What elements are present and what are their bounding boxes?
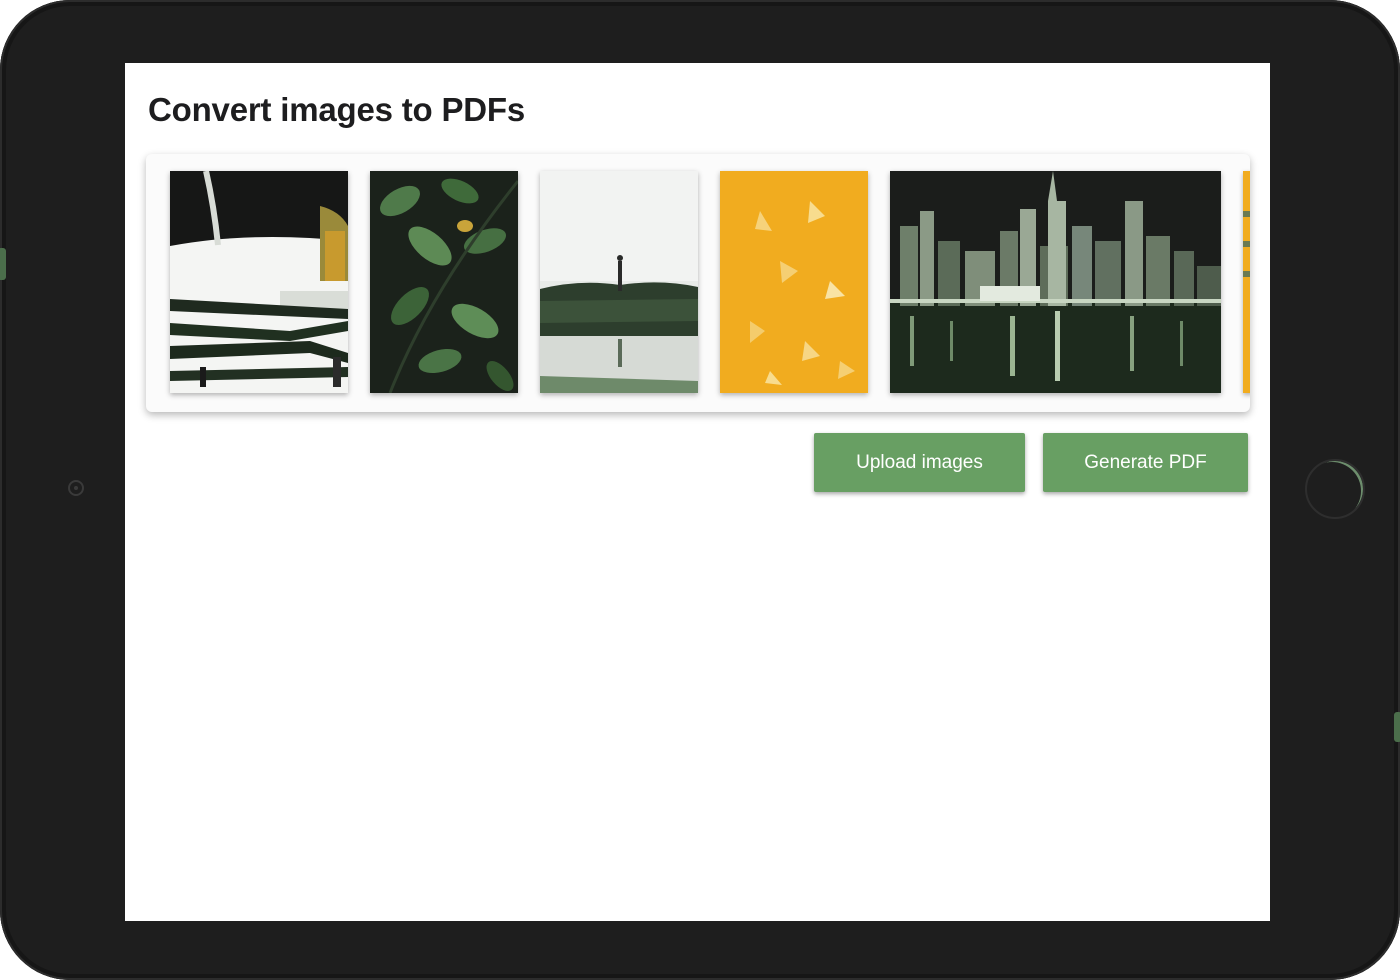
image-gallery[interactable]: [146, 154, 1250, 412]
image-thumbnail[interactable]: [890, 171, 1221, 393]
city-skyline-image: [890, 171, 1221, 393]
yellow-leaves-image: [720, 171, 868, 393]
power-button: [1394, 712, 1400, 742]
home-button[interactable]: [1305, 459, 1365, 519]
partial-image: [1243, 171, 1250, 393]
image-thumbnail[interactable]: [370, 171, 518, 393]
volume-button: [0, 248, 6, 280]
app-screen: Convert images to PDFs Upload images Gen…: [125, 63, 1270, 921]
architecture-image: [170, 171, 348, 393]
image-thumbnail[interactable]: [1243, 171, 1250, 393]
image-thumbnail[interactable]: [540, 171, 698, 393]
tablet-frame: Convert images to PDFs Upload images Gen…: [0, 0, 1400, 980]
camera-icon: [68, 480, 84, 496]
generate-pdf-button[interactable]: Generate PDF: [1043, 433, 1248, 492]
image-thumbnail[interactable]: [170, 171, 348, 393]
upload-images-button[interactable]: Upload images: [814, 433, 1025, 492]
image-thumbnail[interactable]: [720, 171, 868, 393]
page-title: Convert images to PDFs: [148, 91, 526, 128]
seaside-image: [540, 171, 698, 393]
action-bar: Upload images Generate PDF: [125, 433, 1270, 493]
leaves-image: [370, 171, 518, 393]
